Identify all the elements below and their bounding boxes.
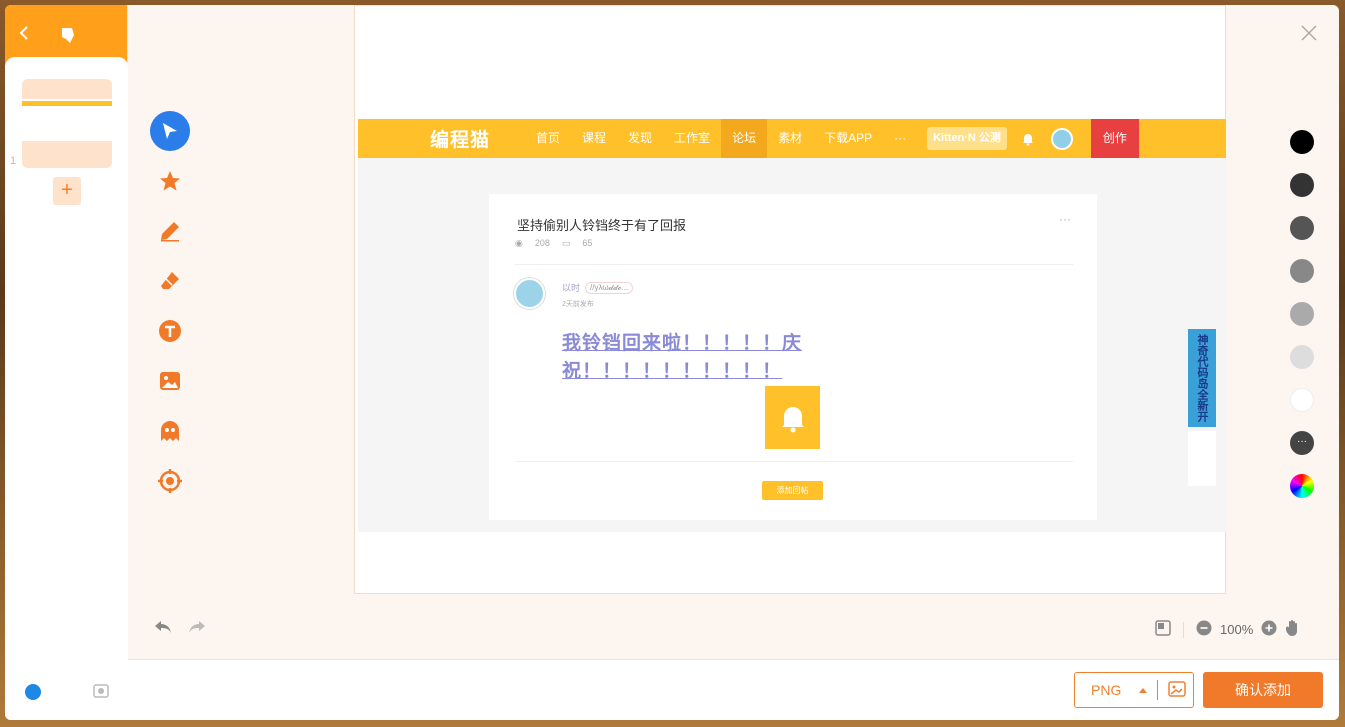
fit-screen-icon[interactable] xyxy=(1155,620,1171,639)
panel-header xyxy=(5,5,127,65)
view-count: 208 xyxy=(534,238,550,248)
zoom-level: 100% xyxy=(1220,622,1254,637)
color-swatch-black[interactable] xyxy=(1290,130,1314,154)
author-name: 以时 xyxy=(562,283,581,293)
nav-item-home: 首页 xyxy=(536,131,561,145)
format-label: PNG xyxy=(1091,682,1122,698)
editor-window: 1 + 编程猫 首页 课程 发现 工作室 论坛 素材 下载APP ··· Kit… xyxy=(5,5,1339,720)
captured-screenshot: 编程猫 首页 课程 发现 工作室 论坛 素材 下载APP ··· Kitten·… xyxy=(358,119,1226,532)
author-tag: //yλω𝓭𝓭𝓸... xyxy=(585,281,634,294)
site-navbar: 编程猫 首页 课程 发现 工作室 论坛 素材 下载APP ··· Kitten·… xyxy=(358,119,1226,158)
create-button: 创作 xyxy=(1090,119,1139,158)
side-banner: 神奇代码岛全新开启 xyxy=(1188,329,1216,427)
format-selector[interactable]: PNG xyxy=(1074,672,1194,708)
bell-image xyxy=(765,386,820,449)
eraser-icon[interactable] xyxy=(150,261,190,301)
zoom-controls: 100% xyxy=(1155,619,1301,640)
confirm-add-button[interactable]: 确认添加 xyxy=(1203,672,1323,708)
hand-icon[interactable] xyxy=(1285,619,1301,640)
comment-icon: ▭ xyxy=(561,238,571,248)
nav-item-materials: 素材 xyxy=(778,131,803,145)
add-page-button[interactable]: + xyxy=(53,177,81,205)
zoom-out-icon[interactable] xyxy=(1196,620,1212,639)
more-colors-icon[interactable]: ··· xyxy=(1290,431,1314,455)
kitten-badge: Kitten·N 公测 xyxy=(927,127,1007,150)
pen-icon[interactable] xyxy=(150,211,190,251)
color-palette: ··· xyxy=(1290,130,1316,517)
panel-body: 1 + xyxy=(5,57,128,720)
nav-item-download: 下载APP xyxy=(824,131,873,145)
color-swatch-light-gray[interactable] xyxy=(1290,302,1314,326)
page-panel: 1 + xyxy=(5,5,128,720)
ghost-icon[interactable] xyxy=(150,411,190,451)
avatar xyxy=(1050,127,1073,150)
side-icons xyxy=(1188,431,1216,486)
target-icon[interactable] xyxy=(150,461,190,501)
caret-up-icon xyxy=(1139,687,1147,693)
post-time: 2天前发布 xyxy=(562,301,594,308)
divider xyxy=(1157,680,1158,700)
nav-item-studio: 工作室 xyxy=(674,131,711,145)
undo-icon[interactable] xyxy=(153,618,173,641)
image-icon[interactable] xyxy=(150,361,190,401)
close-icon[interactable] xyxy=(1299,23,1319,43)
nav-item-courses: 课程 xyxy=(582,131,607,145)
author-avatar xyxy=(514,278,545,309)
reply-button: 添加回帖 xyxy=(762,481,823,500)
author-info: 以时 //yλω𝓭𝓭𝓸... xyxy=(562,281,634,294)
play-icon[interactable] xyxy=(25,684,41,700)
redo-icon[interactable] xyxy=(187,618,207,641)
color-swatch-dark-gray[interactable] xyxy=(1290,173,1314,197)
tool-bar xyxy=(150,111,192,511)
bell-icon xyxy=(1021,132,1035,146)
nav-item-discover: 发现 xyxy=(628,131,653,145)
divider xyxy=(515,264,1073,265)
text-icon[interactable] xyxy=(150,311,190,351)
more-icon: ··· xyxy=(1059,212,1071,226)
comment-count: 65 xyxy=(582,238,593,248)
drawing-canvas[interactable]: 编程猫 首页 课程 发现 工作室 论坛 素材 下载APP ··· Kitten·… xyxy=(354,5,1226,594)
thumbnail-navbar xyxy=(22,101,112,106)
history-controls xyxy=(153,618,207,641)
divider xyxy=(1183,621,1184,638)
color-swatch-lighter-gray[interactable] xyxy=(1290,345,1314,369)
post-stats: ◉ 208 ▭ 65 xyxy=(515,238,592,249)
save-image-icon[interactable] xyxy=(1168,681,1188,699)
zoom-in-icon[interactable] xyxy=(1261,620,1277,639)
color-swatch-mid-gray[interactable] xyxy=(1290,259,1314,283)
color-swatch-white[interactable] xyxy=(1290,388,1314,412)
pointer-icon[interactable] xyxy=(150,111,190,151)
page-number: 1 xyxy=(10,155,17,167)
post-title: 坚持偷别人铃铛终于有了回报 xyxy=(517,218,687,233)
app-logo-icon xyxy=(58,25,78,45)
divider xyxy=(515,461,1073,462)
nav-item-more: ··· xyxy=(894,131,907,145)
star-icon[interactable] xyxy=(150,161,190,201)
site-logo: 编程猫 xyxy=(430,130,491,151)
page-thumbnail[interactable] xyxy=(22,79,112,168)
layers-icon[interactable] xyxy=(93,684,109,698)
view-icon: ◉ xyxy=(515,238,523,248)
post-content: 我铃铛回来啦！！！！！庆祝！！！！！！！！！！ xyxy=(562,333,803,382)
post-card: 坚持偷别人铃铛终于有了回报 ··· ◉ 208 ▭ 65 以时 //yλω𝓭𝓭𝓸… xyxy=(489,194,1097,520)
color-swatch-gray[interactable] xyxy=(1290,216,1314,240)
footer-bar: PNG 确认添加 xyxy=(128,659,1339,720)
nav-item-forum: 论坛 xyxy=(721,119,768,158)
color-picker-icon[interactable] xyxy=(1290,474,1314,498)
back-icon[interactable] xyxy=(17,23,33,43)
